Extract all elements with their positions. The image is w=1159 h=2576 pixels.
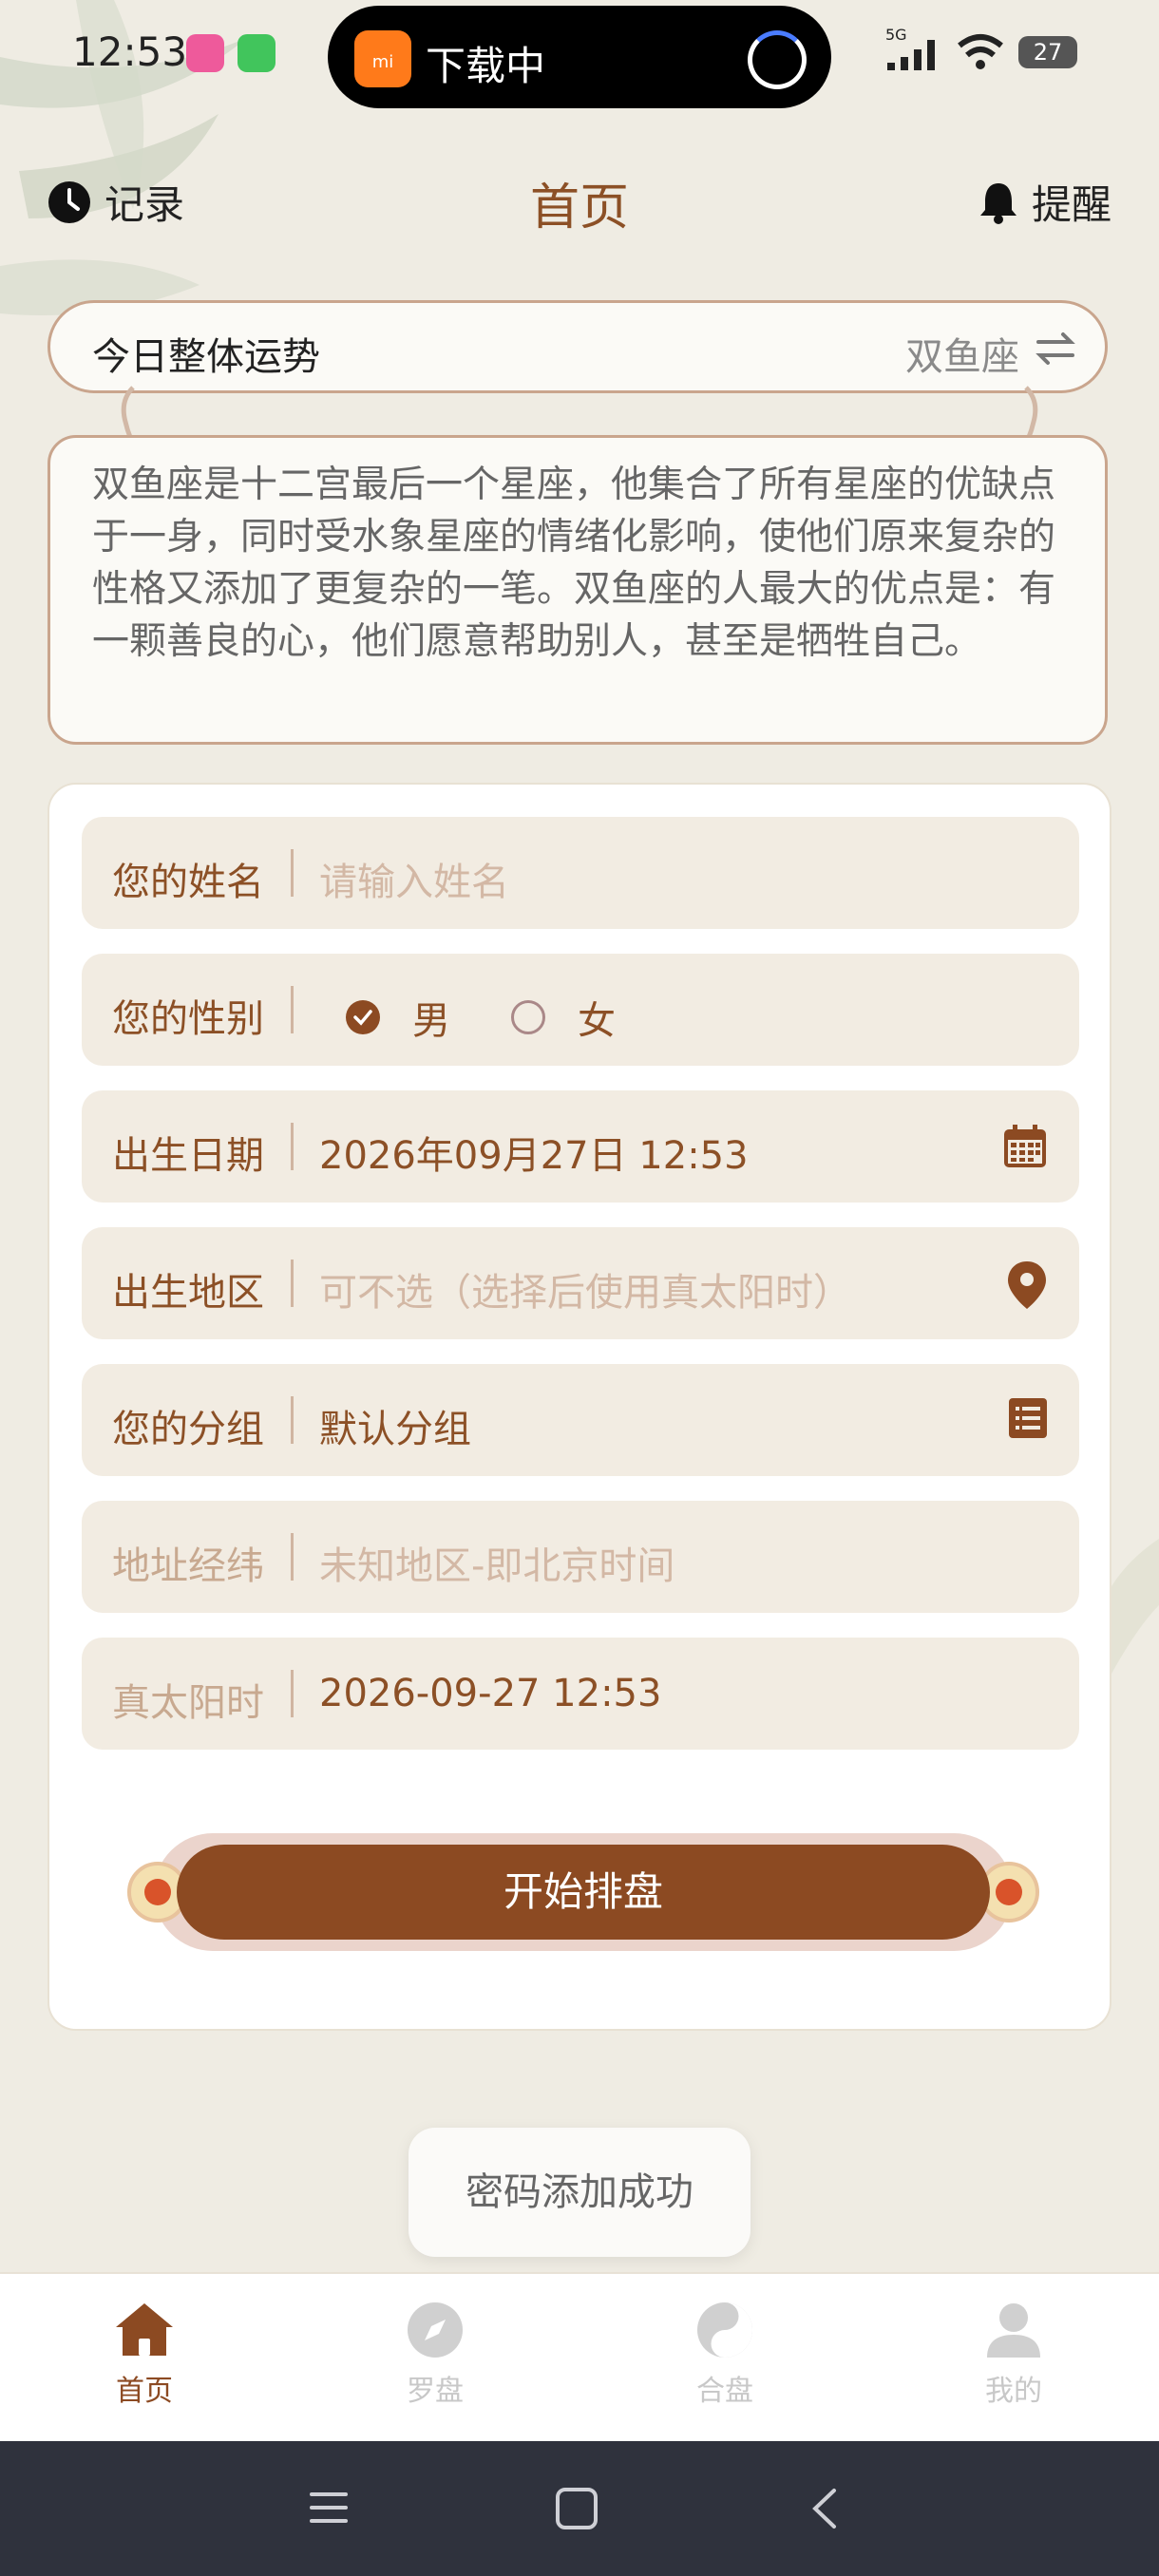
status-time: 12:53	[72, 28, 188, 75]
tab-compass-label: 罗盘	[407, 2375, 464, 2408]
start-button-label: 开始排盘	[177, 1845, 990, 1940]
radio-checked-icon	[346, 1000, 380, 1034]
solar-time-label: 真太阳时	[112, 1681, 264, 1725]
battery-icon: 27	[1018, 36, 1077, 68]
android-notification-icon	[238, 34, 276, 72]
name-field-row[interactable]: 您的姓名 请输入姓名	[82, 817, 1079, 929]
group-label: 您的分组	[112, 1408, 264, 1451]
calendar-icon[interactable]	[1001, 1123, 1049, 1170]
toast-message: 密码添加成功	[408, 2128, 750, 2257]
field-divider	[291, 1123, 294, 1170]
system-navigation-bar	[0, 2441, 1159, 2576]
coordinates-row: 地址经纬 未知地区-即北京时间	[82, 1501, 1079, 1613]
tab-home[interactable]: 首页	[64, 2301, 225, 2409]
tab-compass[interactable]: 罗盘	[354, 2301, 516, 2409]
birth-date-label: 出生日期	[112, 1134, 264, 1178]
field-divider	[291, 1396, 294, 1444]
field-divider	[291, 1670, 294, 1717]
fortune-label: 今日整体运势	[92, 335, 320, 379]
tab-home-label: 首页	[116, 2375, 173, 2408]
gender-label: 您的性别	[112, 997, 264, 1041]
download-status-text: 下载中	[426, 43, 546, 89]
birth-date-value[interactable]: 2026年09月27日 12:53	[319, 1125, 749, 1180]
birth-region-input[interactable]: 可不选（选择后使用真太阳时）	[319, 1261, 851, 1316]
user-icon	[987, 2303, 1040, 2358]
solar-time-value: 2026-09-27 12:53	[319, 1672, 662, 1715]
mi-store-icon: mi	[354, 30, 411, 87]
solar-time-row: 真太阳时 2026-09-27 12:53	[82, 1638, 1079, 1750]
group-value[interactable]: 默认分组	[319, 1398, 471, 1453]
fortune-description: 双鱼座是十二宫最后一个星座，他集合了所有星座的优缺点于一身，同时受水象星座的情绪…	[48, 435, 1108, 745]
field-divider	[291, 1260, 294, 1307]
app-notification-icon	[186, 34, 224, 72]
page-header: 记录 首页 提醒	[0, 161, 1159, 237]
birth-region-row[interactable]: 出生地区 可不选（选择后使用真太阳时）	[82, 1227, 1079, 1339]
name-label: 您的姓名	[112, 861, 264, 904]
remind-label: 提醒	[1031, 181, 1112, 228]
group-row[interactable]: 您的分组 默认分组	[82, 1364, 1079, 1476]
download-progress-icon	[748, 30, 807, 89]
bell-icon	[979, 182, 1016, 224]
birth-date-row[interactable]: 出生日期 2026年09月27日 12:53	[82, 1090, 1079, 1203]
cellular-signal-icon: 5G	[885, 27, 935, 70]
bottom-tab-bar: 首页 罗盘 合盘 我的	[0, 2272, 1159, 2443]
field-divider	[291, 986, 294, 1033]
home-icon	[116, 2303, 173, 2356]
birth-region-label: 出生地区	[112, 1271, 264, 1315]
gender-male-label: 男	[412, 999, 450, 1043]
radio-unchecked-icon	[511, 1000, 545, 1034]
gender-field-row: 您的性别 男 女	[82, 954, 1079, 1066]
tab-profile[interactable]: 我的	[933, 2301, 1094, 2409]
remind-button[interactable]: 提醒	[978, 173, 1112, 231]
tab-match[interactable]: 合盘	[644, 2301, 806, 2409]
tab-profile-label: 我的	[985, 2375, 1042, 2408]
start-chart-button[interactable]: 开始排盘	[127, 1833, 1039, 1951]
status-bar: 12:53 mi 下载中 5G 27	[0, 0, 1159, 114]
name-input[interactable]: 请输入姓名	[319, 851, 509, 906]
coordinates-value: 未知地区-即北京时间	[319, 1544, 675, 1588]
tab-match-label: 合盘	[696, 2375, 753, 2408]
field-divider	[291, 1533, 294, 1581]
zodiac-sign[interactable]: 双鱼座	[905, 326, 1019, 381]
swap-icon[interactable]	[1035, 328, 1076, 369]
yin-yang-icon	[697, 2302, 752, 2358]
gender-male-radio[interactable]: 男	[346, 990, 450, 1045]
coordinates-label: 地址经纬	[112, 1544, 264, 1588]
home-nav-icon[interactable]	[555, 2487, 598, 2530]
compass-icon	[408, 2302, 463, 2358]
wifi-icon	[958, 34, 1003, 69]
svg-text:5G: 5G	[885, 27, 907, 44]
list-icon[interactable]	[1007, 1396, 1049, 1440]
fortune-bar[interactable]: 今日整体运势 双鱼座	[48, 300, 1108, 393]
menu-icon[interactable]	[308, 2487, 350, 2529]
gender-female-radio[interactable]: 女	[511, 990, 616, 1045]
gender-female-label: 女	[578, 999, 616, 1043]
dynamic-island[interactable]: mi 下载中	[328, 6, 831, 108]
location-pin-icon[interactable]	[1005, 1260, 1049, 1311]
back-icon[interactable]	[808, 2487, 842, 2530]
field-divider	[291, 849, 294, 897]
